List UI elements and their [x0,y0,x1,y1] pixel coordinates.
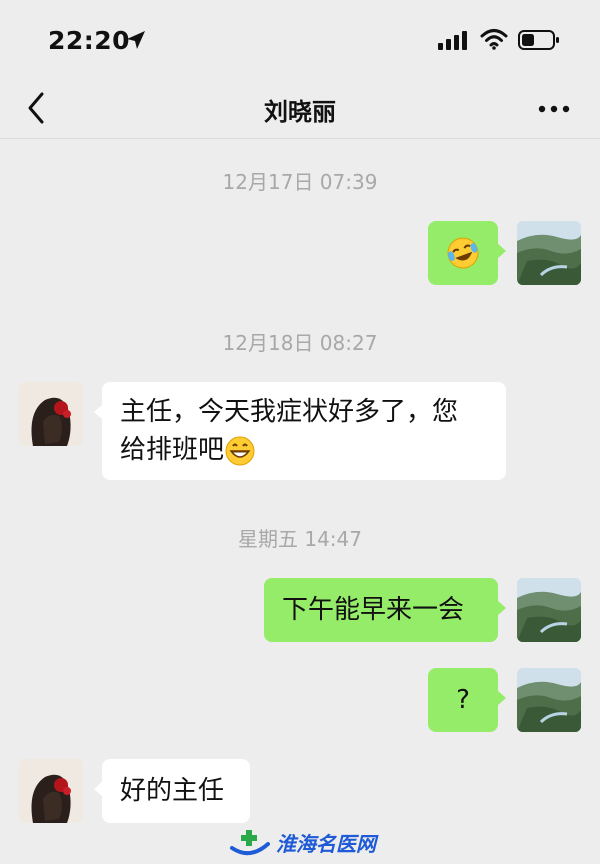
contact-avatar[interactable] [19,759,83,823]
grinning-face-icon [225,436,255,465]
cellular-signal-icon [438,31,467,50]
sent-message-bubble[interactable] [428,221,506,285]
watermark-text: 淮海名医网 [276,832,376,856]
battery-icon [518,30,559,50]
status-time: 22:20 [48,26,131,55]
face-with-tears-of-joy-icon [447,237,479,269]
message-timestamp: 12月18日 08:27 [222,331,378,355]
received-message-bubble[interactable]: 好的主任 [94,759,250,823]
status-bar: 22:20 [0,0,600,80]
my-avatar[interactable] [517,578,581,642]
my-avatar[interactable] [517,668,581,732]
message-timestamp: 12月17日 07:39 [222,170,378,194]
my-avatar[interactable] [517,221,581,285]
message-text-line: 给排班吧 [120,435,225,465]
received-message-bubble[interactable]: 主任，今天我症状好多了，您 给排班吧 [94,382,506,480]
message-text-line: 主任，今天我症状好多了，您 [120,397,459,427]
location-arrow-icon [127,31,145,49]
sent-message-bubble[interactable]: ? [428,668,506,732]
wifi-icon [480,29,508,50]
watermark-logo-icon [230,830,270,856]
watermark: 淮海名医网 [228,826,388,860]
chat-header: 刘晓丽 [0,80,600,139]
more-options-icon[interactable] [534,94,574,124]
sent-message-bubble[interactable]: 下午能早来一会 [264,578,506,642]
chat-title: 刘晓丽 [264,98,336,126]
contact-avatar[interactable] [19,382,83,446]
message-timestamp: 星期五 14:47 [238,527,362,551]
